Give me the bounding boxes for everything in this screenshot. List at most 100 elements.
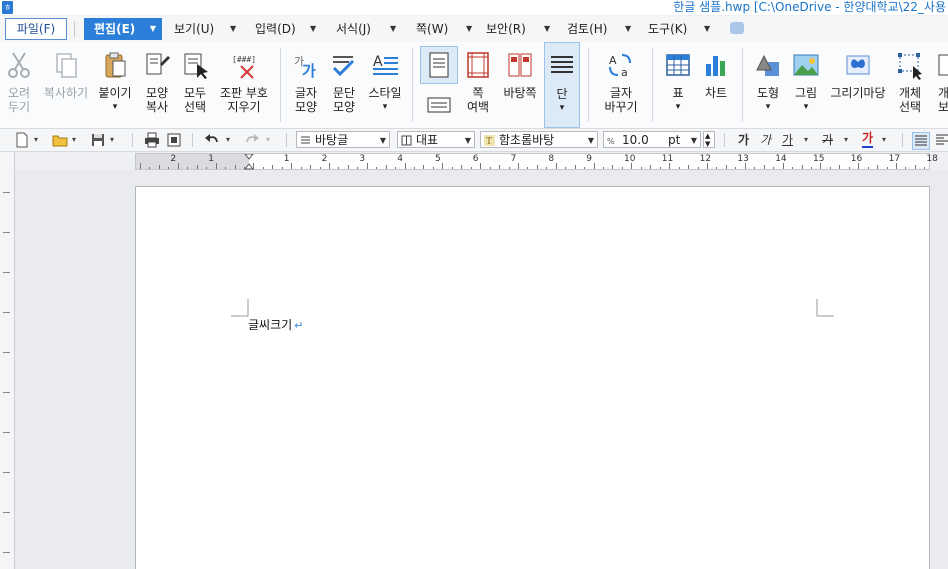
menu-edit[interactable]: 편집(E) ▼ [84,18,162,40]
chevron-down-icon[interactable]: ▾ [882,132,886,148]
font-size-stepper[interactable]: ▲ ▼ [703,131,715,148]
ruler-tick [537,165,538,169]
underline-button[interactable]: 가 [782,131,793,149]
chevron-down-icon[interactable]: ▼ [310,18,316,40]
chevron-down-icon[interactable]: ▼ [544,18,550,40]
page-margin-button[interactable]: 쪽 여백 [460,42,496,128]
indent-marker-icon[interactable] [244,154,254,170]
chevron-down-icon[interactable]: ▾ [34,132,38,148]
redo-icon[interactable] [244,132,260,148]
stepper-down-icon[interactable]: ▼ [705,140,710,148]
align-left-icon[interactable] [934,132,948,148]
print-icon[interactable] [144,132,160,148]
chevron-down-icon[interactable]: ▾ [750,100,786,114]
page-layout-button[interactable] [420,90,458,126]
style-select[interactable]: 바탕글 ▼ [296,131,390,148]
para-shape-button[interactable]: 문단 모양 [326,42,362,128]
chevron-down-icon[interactable]: ▾ [660,100,696,114]
chevron-down-icon[interactable]: ▼ [380,132,386,149]
chevron-down-icon[interactable]: ▾ [788,100,824,114]
chevron-down-icon[interactable]: ▼ [588,132,594,149]
chevron-down-icon[interactable]: ▼ [466,18,472,40]
copy-format-button[interactable]: 모양 복사 [140,42,174,128]
object-view-label-1: 개체 [938,86,948,100]
ruler-tick [187,167,188,169]
replace-button[interactable]: Aa 글자 바꾸기 [596,42,646,128]
menu-bar: 파일(F) 편집(E) ▼ 보기(U) ▼ 입력(D) ▼ 서식(J) ▼ 쪽(… [0,16,948,42]
chevron-down-icon[interactable]: ▾ [226,132,230,148]
font-color-button[interactable]: 가 [862,131,874,148]
page-view-button[interactable] [420,46,458,84]
picture-button[interactable]: 그림 ▾ [788,42,824,128]
chevron-down-icon[interactable]: ▾ [266,132,270,148]
help-icon[interactable] [730,22,744,34]
ruler-tick [735,167,736,169]
strikethrough-button[interactable]: 가 [822,131,833,149]
chart-button[interactable]: 차트 [698,42,734,128]
ruler-tick [414,167,415,169]
layout-icon [427,97,451,113]
menu-file[interactable]: 파일(F) [5,18,67,40]
print-preview-icon[interactable] [166,132,182,148]
copy-button[interactable]: 복사하기 [38,42,94,128]
document-page[interactable] [135,186,930,569]
master-page-button[interactable]: 바탕쪽 [500,42,540,128]
chevron-down-icon[interactable]: ▾ [844,132,848,148]
chevron-down-icon[interactable]: ▼ [150,18,156,40]
chevron-down-icon[interactable]: ▾ [72,132,76,148]
para-shape-icon [332,56,355,77]
font-size-unit: pt [668,133,681,147]
chevron-down-icon[interactable]: ▾ [110,132,114,148]
bold-button[interactable]: 가 [738,131,749,149]
paste-button[interactable]: 붙이기 ▾ [96,42,134,128]
chevron-down-icon[interactable]: ▾ [804,132,808,148]
chevron-down-icon[interactable]: ▼ [465,132,471,149]
menu-format[interactable]: 서식(J) [336,18,371,40]
table-button[interactable]: 표 ▾ [660,42,696,128]
new-document-icon[interactable] [14,132,30,148]
chevron-down-icon[interactable]: ▾ [96,100,134,114]
menu-review[interactable]: 검토(H) [567,18,607,40]
open-folder-icon[interactable] [52,132,68,148]
chevron-down-icon[interactable]: ▼ [390,18,396,40]
select-all-button[interactable]: 모두 선택 [178,42,212,128]
chevron-down-icon[interactable]: ▼ [704,18,710,40]
menu-security[interactable]: 보안(R) [486,18,526,40]
ruler-number: 1 [283,154,290,164]
chevron-down-icon[interactable]: ▾ [364,100,406,114]
char-shape-button[interactable]: 가가 글자 모양 [288,42,324,128]
language-select[interactable]: 대표 ▼ [397,131,475,148]
drawing-market-button[interactable]: 그리기마당 [826,42,890,128]
hwp-app-icon[interactable]: ㅎ [2,1,13,14]
menu-insert[interactable]: 입력(D) [255,18,296,40]
column-button[interactable]: 단 ▾ [544,42,580,128]
menu-tools[interactable]: 도구(K) [648,18,687,40]
stepper-up-icon[interactable]: ▲ [705,132,710,140]
document-text[interactable]: 글씨크기 ↵ [248,317,303,334]
vertical-ruler[interactable] [0,152,15,569]
chevron-down-icon[interactable]: ▼ [625,18,631,40]
style-button[interactable]: A 스타일 ▾ [364,42,406,128]
ruler-number: 2 [170,154,177,164]
language-icon [401,135,412,146]
chevron-down-icon[interactable]: ▼ [230,18,236,40]
clear-format-code-button[interactable]: [###] 조판 부호 지우기 [214,42,274,128]
font-select[interactable]: T 함초롬바탕 ▼ [480,131,598,148]
save-icon[interactable] [90,132,106,148]
shape-button[interactable]: 도형 ▾ [750,42,786,128]
chevron-down-icon[interactable]: ▾ [545,101,579,115]
toolbar-divider [286,133,287,147]
char-shape-label-1: 글자 [294,86,318,100]
menu-view[interactable]: 보기(U) [174,18,214,40]
chevron-down-icon[interactable]: ▼ [691,132,697,149]
font-size-select[interactable]: % 10.0 pt ▼ [603,131,701,148]
italic-button[interactable]: 가 [760,131,771,149]
object-view-button[interactable]: 개체 보 [932,42,948,128]
horizontal-ruler[interactable]: 2 1 1 2 3 4 5 6 7 8 9 10 11 12 13 14 15 16 17 18 [135,153,938,170]
svg-text:[###]: [###] [232,55,256,64]
cut-button[interactable]: 오려 두기 [2,42,36,128]
menu-page[interactable]: 쪽(W) [416,18,448,40]
select-object-button[interactable]: 개체 선택 [892,42,928,128]
align-justify-icon[interactable] [912,132,930,150]
undo-icon[interactable] [204,132,220,148]
